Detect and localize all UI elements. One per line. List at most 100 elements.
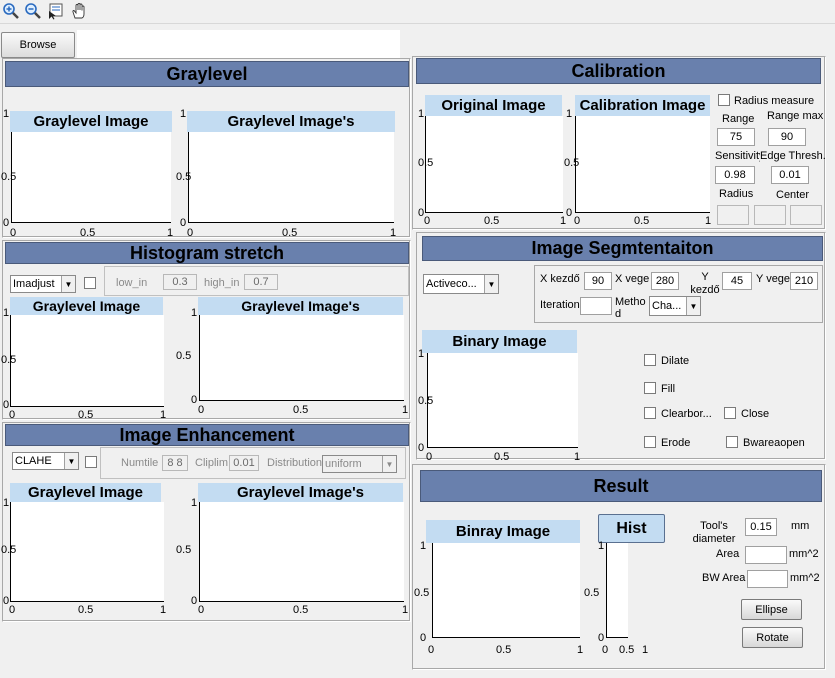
x-tick: 0 [198, 404, 205, 416]
area-field[interactable] [745, 546, 787, 564]
low-in-field[interactable]: 0.3 [163, 274, 197, 290]
bwareaopen-label: Bwareaopen [743, 437, 805, 449]
histogram-checkbox[interactable] [84, 277, 96, 289]
enhancement-method-select[interactable]: CLAHE ▼ [12, 452, 79, 470]
fill-label: Fill [661, 383, 676, 395]
y-tick: 1 [3, 307, 10, 319]
x-tick: 0.5 [494, 451, 510, 463]
range-max-field[interactable]: 90 [768, 128, 806, 146]
pan-hand-icon[interactable] [70, 2, 88, 20]
y-tick: 0.5 [1, 171, 17, 183]
x-tick: 1 [160, 409, 167, 421]
clearborder-checkbox[interactable] [644, 407, 656, 419]
zoom-out-icon[interactable] [24, 2, 42, 20]
y-tick: 0 [191, 595, 198, 607]
x-tick: 1 [402, 404, 409, 416]
binary-image-axes [427, 353, 578, 448]
cliplim-field[interactable]: 0.01 [229, 455, 259, 471]
method-label: Method [615, 296, 646, 320]
cliplim-label: Cliplim [195, 457, 228, 469]
sensitivity-label: Sensitivity [715, 150, 760, 162]
browse-button[interactable]: Browse [1, 32, 75, 58]
fill-checkbox[interactable] [644, 382, 656, 394]
sensitivity-field[interactable]: 0.98 [715, 166, 755, 184]
radius-measure-checkbox[interactable] [718, 94, 730, 106]
y-tick: 1 [420, 540, 427, 552]
bwareaopen-checkbox[interactable] [726, 436, 738, 448]
y-tick: 0.5 [1, 354, 17, 366]
bw-area-field[interactable] [747, 570, 788, 588]
y-end-label: Y vege [756, 273, 791, 285]
x-tick: 0.5 [78, 409, 94, 421]
x-tick: 1 [577, 644, 584, 656]
method-value: Cha... [652, 300, 682, 312]
x-tick: 0.5 [634, 215, 650, 227]
erode-label: Erode [661, 437, 691, 449]
hist-button[interactable]: Hist [598, 514, 665, 543]
graylevel-image-axes [11, 132, 171, 223]
enhancement-checkbox[interactable] [85, 456, 97, 468]
distribution-label: Distribution [267, 457, 323, 469]
iteration-field[interactable] [580, 297, 612, 315]
dilate-checkbox[interactable] [644, 354, 656, 366]
y-tick: 0 [598, 632, 605, 644]
graylevel-image2-title: Graylevel Image's [187, 111, 395, 132]
area-unit: mm^2 [789, 548, 819, 560]
segmentation-method-select[interactable]: Activeco... ▼ [423, 274, 499, 294]
y-tick: 0 [191, 394, 198, 406]
sensitivity-label-clip: Sensitivity [714, 150, 760, 164]
calibration-title: Calibration [416, 58, 821, 84]
x-tick: 0 [10, 227, 17, 239]
y-tick: 0 [420, 632, 427, 644]
y-tick: 1 [598, 540, 605, 552]
y-tick: 0.5 [176, 171, 192, 183]
radius-label: Radius [719, 188, 754, 200]
tool-diameter-field[interactable]: 0.15 [745, 518, 777, 536]
range-field[interactable]: 75 [717, 128, 755, 146]
calibration-image-axes [575, 116, 710, 213]
x-tick: 0 [424, 215, 431, 227]
zoom-in-icon[interactable] [2, 2, 20, 20]
tool-diameter-unit: mm [791, 520, 810, 532]
method-select[interactable]: Cha... ▼ [649, 296, 701, 316]
range-label: Range [722, 113, 755, 125]
chevron-down-icon: ▼ [484, 275, 498, 293]
enhancement-title: Image Enhancement [5, 424, 409, 446]
y-tick: 1 [191, 497, 198, 509]
calibration-image-title: Calibration Image [575, 95, 710, 116]
x-start-field[interactable]: 90 [584, 272, 612, 290]
x-end-field[interactable]: 280 [651, 272, 679, 290]
distribution-select[interactable]: uniform ▼ [322, 455, 397, 473]
x-tick: 0.5 [496, 644, 512, 656]
chevron-down-icon: ▼ [686, 297, 700, 315]
x-tick: 0 [9, 409, 16, 421]
numtile-field[interactable]: 8 8 [162, 455, 188, 471]
high-in-field[interactable]: 0.7 [244, 274, 278, 290]
center-x-output [754, 205, 786, 225]
ellipse-button[interactable]: Ellipse [741, 599, 802, 620]
y-end-field[interactable]: 210 [790, 272, 818, 290]
edge-thresh-field[interactable]: 0.01 [771, 166, 809, 184]
y-start-field[interactable]: 45 [722, 272, 752, 290]
y-tick: 0 [418, 442, 425, 454]
clearborder-label: Clearbor... [661, 408, 712, 420]
erode-checkbox[interactable] [644, 436, 656, 448]
y-tick: 0.5 [414, 587, 430, 599]
x-tick: 0 [428, 644, 435, 656]
x-tick: 1 [390, 227, 397, 239]
y-tick: 0.5 [418, 157, 434, 169]
y-tick: 1 [418, 108, 425, 120]
close-checkbox[interactable] [724, 407, 736, 419]
data-cursor-icon[interactable] [47, 2, 65, 20]
chevron-down-icon: ▼ [64, 453, 78, 469]
rotate-button[interactable]: Rotate [742, 627, 803, 648]
graylevel-image2-axes [188, 132, 394, 223]
histogram-method-select[interactable]: Imadjust ▼ [10, 275, 76, 293]
x-tick: 0.5 [484, 215, 500, 227]
histogram-image-axes [10, 315, 164, 407]
y-tick: 0.5 [564, 157, 580, 169]
x-tick: 1 [642, 644, 649, 656]
histogram-image-title: Graylevel Image [10, 297, 163, 315]
center-label: Center [776, 189, 810, 201]
graylevel-title: Graylevel [5, 61, 409, 87]
